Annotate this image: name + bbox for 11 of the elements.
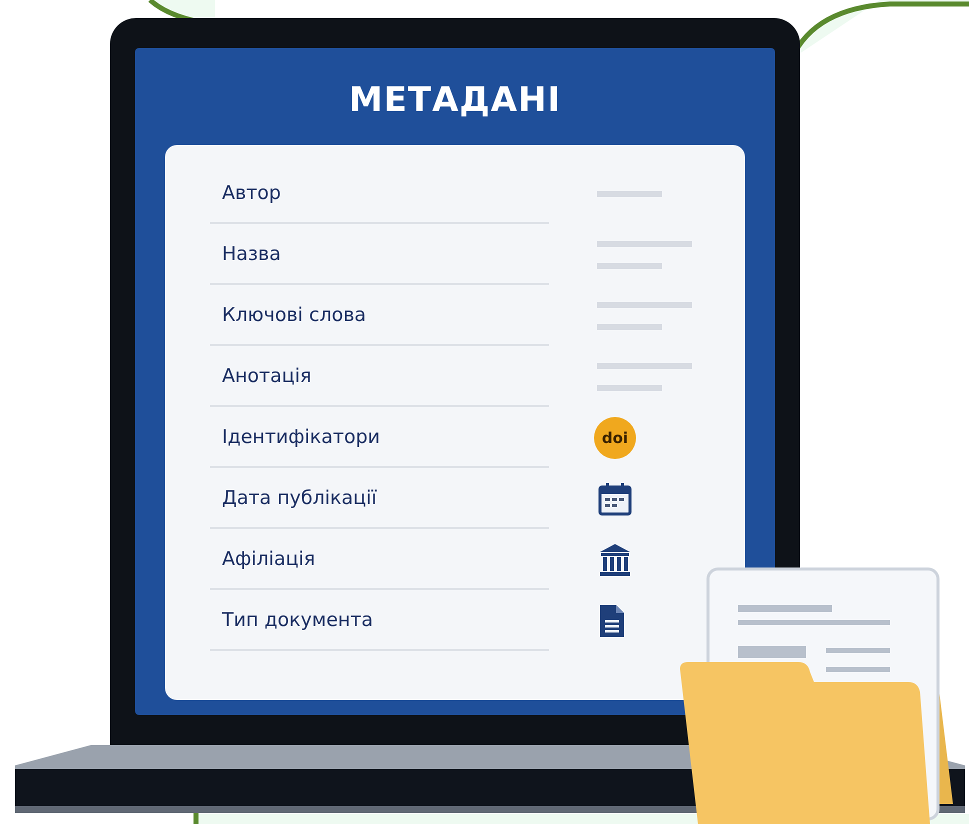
doi-badge: doi: [594, 416, 636, 458]
field-label: Назва: [210, 224, 549, 285]
field-label: Автор: [210, 163, 549, 224]
field-label: Ключові слова: [210, 285, 549, 346]
field-label: Анотація: [210, 346, 549, 407]
field-label: Дата публікації: [210, 468, 549, 529]
screen-title: МЕТАДАНІ: [348, 80, 562, 122]
field-label: Афіліація: [210, 529, 549, 590]
field-label: Тип документа: [210, 590, 549, 651]
field-label: Ідентифікатори: [210, 407, 549, 468]
calendar-icon: [596, 480, 633, 516]
